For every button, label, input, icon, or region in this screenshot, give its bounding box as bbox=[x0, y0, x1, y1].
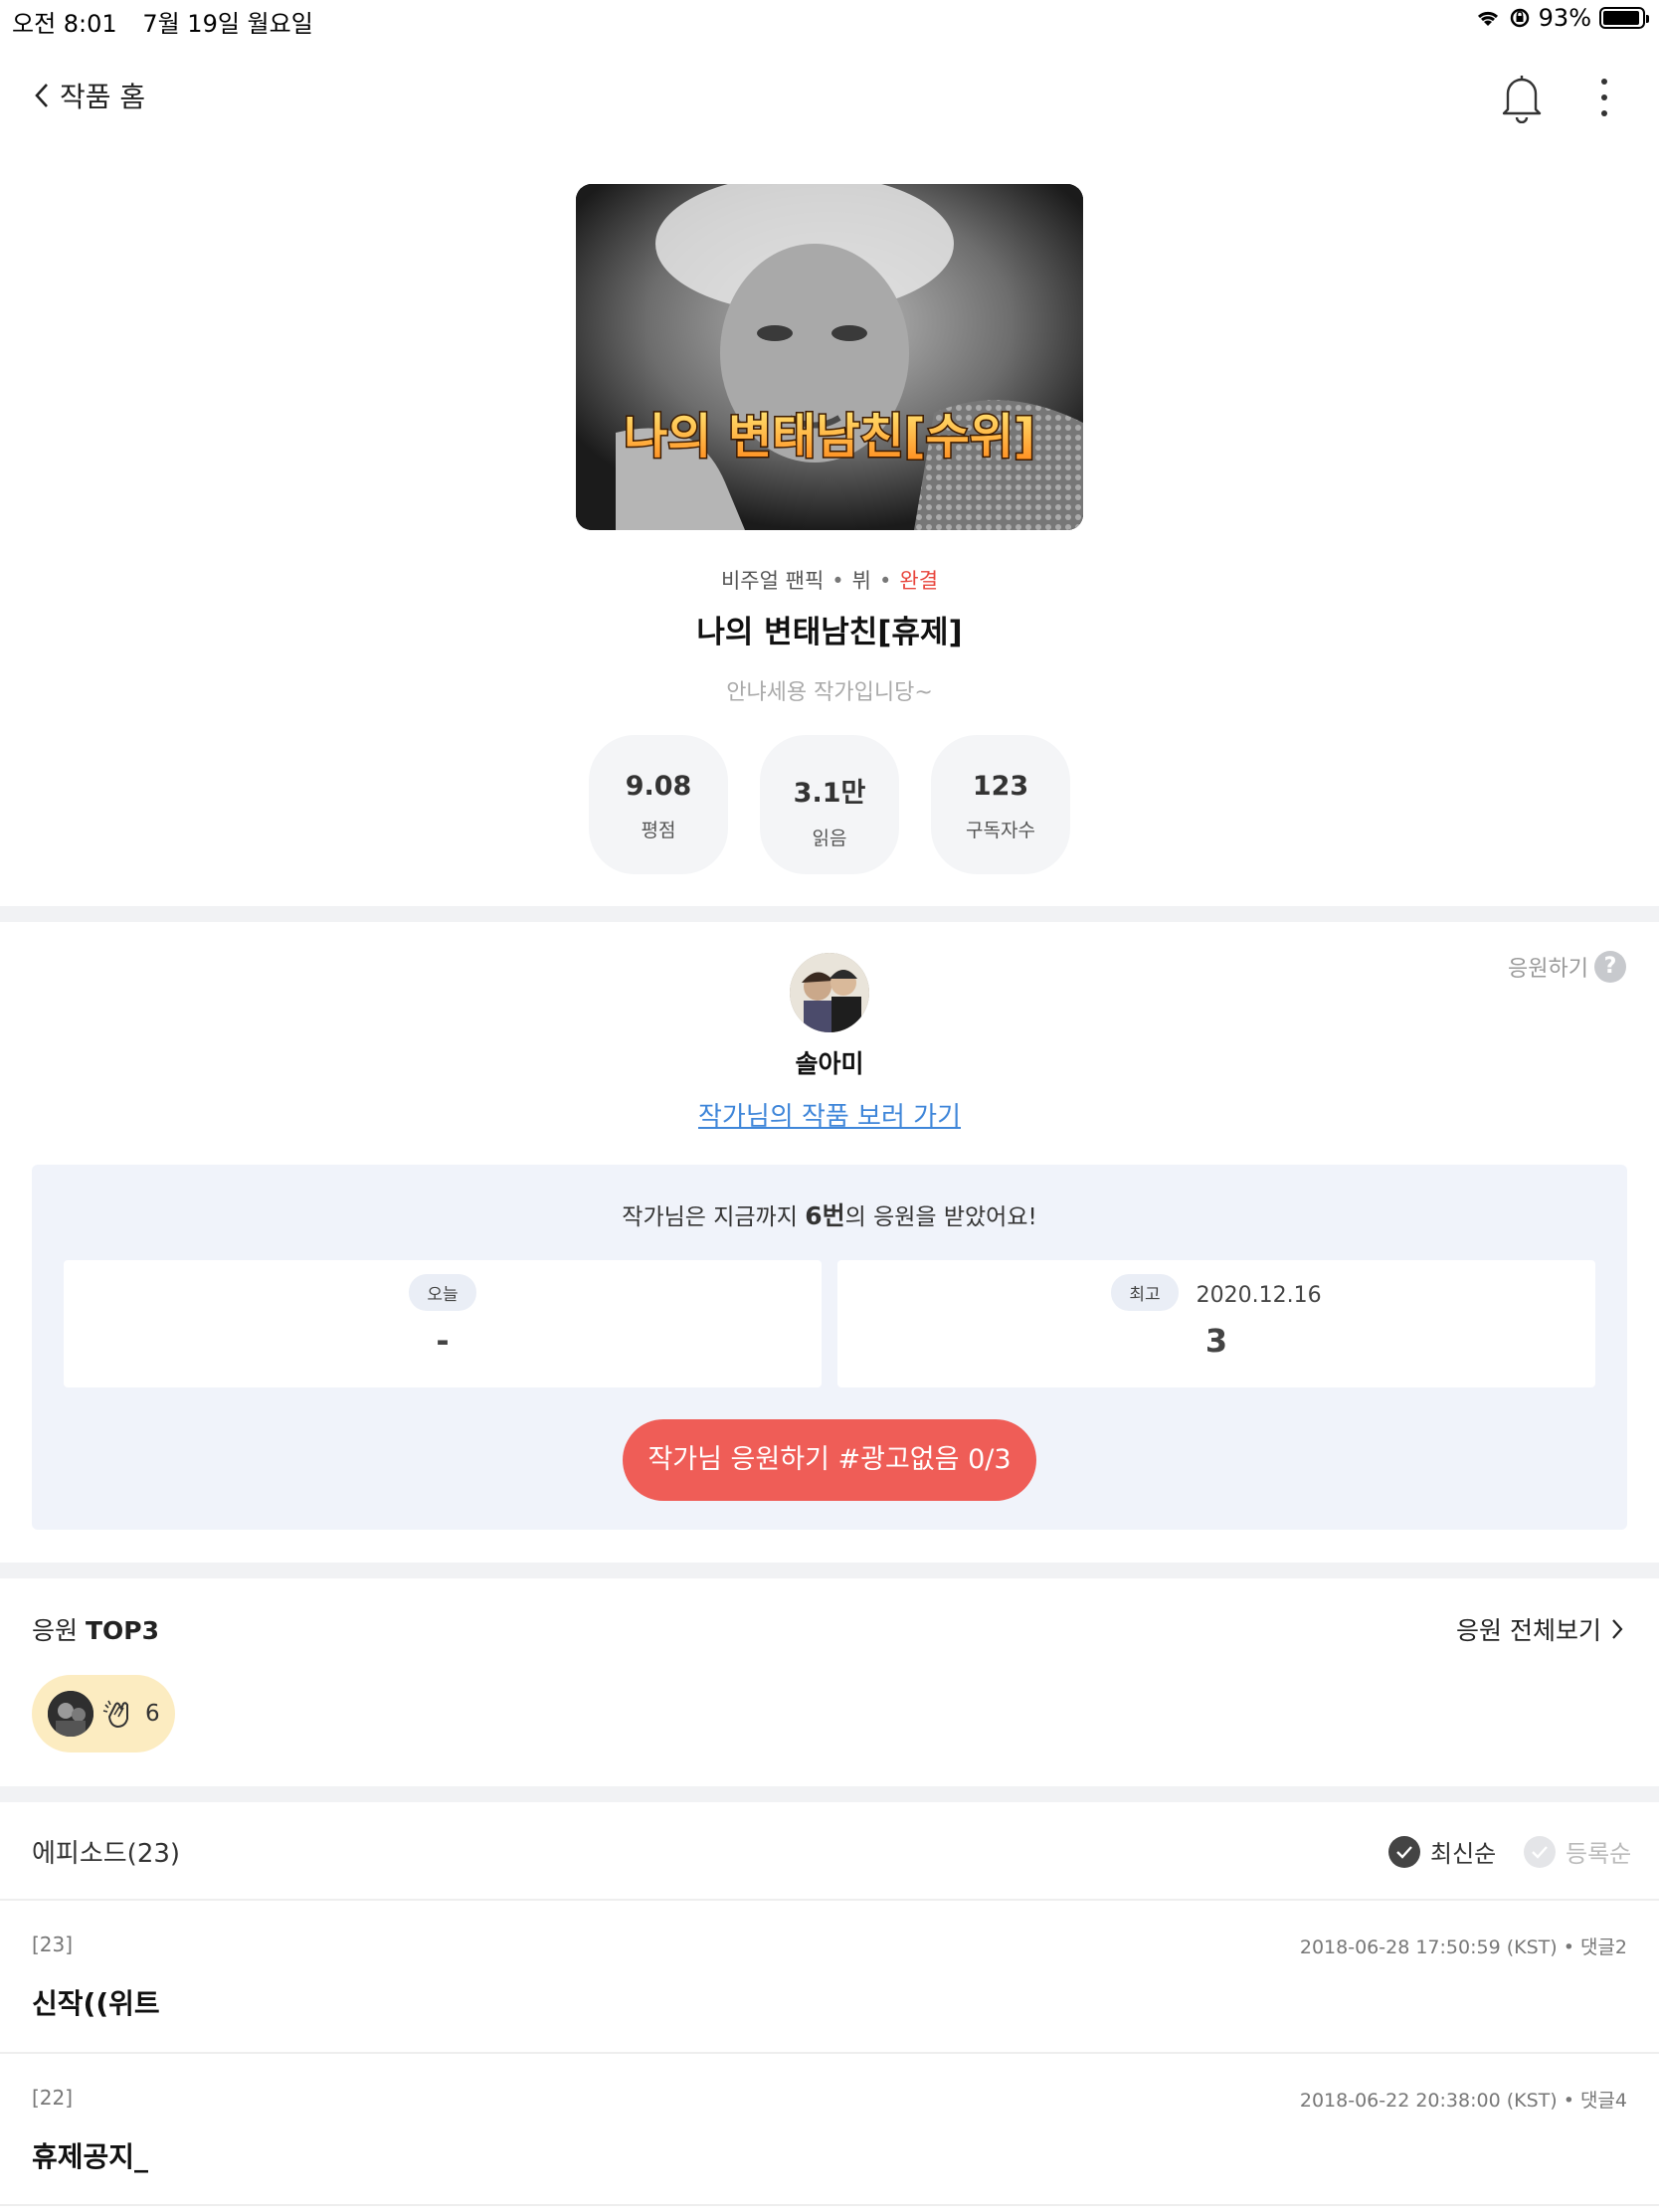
genre-label: 비주얼 팬픽 bbox=[720, 569, 825, 593]
battery-percent: 93% bbox=[1538, 4, 1591, 32]
sort-registered-label: 등록순 bbox=[1566, 1840, 1632, 1868]
stat-value: 123 bbox=[972, 771, 1029, 802]
work-title: 나의 변태남친[휴제] bbox=[696, 615, 963, 650]
episode-number: [22] bbox=[32, 2086, 74, 2110]
top3-entry[interactable]: 6 bbox=[32, 1675, 175, 1752]
episodes-header: 에피소드(23) bbox=[32, 1839, 181, 1869]
status-date: 7월 19일 월요일 bbox=[142, 10, 313, 38]
status-right: 93% bbox=[1475, 4, 1649, 32]
cheer-help-button[interactable]: 응원하기 ? bbox=[1508, 951, 1626, 983]
chevron-left-icon bbox=[35, 84, 48, 107]
today-pill: 오늘 bbox=[409, 1274, 476, 1311]
cheer-summary: 작가님은 지금까지 6번의 응원을 받았어요! bbox=[32, 1197, 1627, 1232]
best-card: 최고 2020.12.16 3 bbox=[837, 1260, 1595, 1387]
cheer-summary-prefix: 작가님은 지금까지 bbox=[622, 1204, 806, 1230]
cover-image[interactable]: 나의 변태남친[수위] bbox=[576, 184, 1083, 530]
top3-title-bold: TOP3 bbox=[85, 1616, 159, 1645]
cheer-box: 작가님은 지금까지 6번의 응원을 받았어요! 오늘 - 최고 2020.12.1… bbox=[32, 1165, 1627, 1530]
episode-title[interactable]: 휴제공지_ bbox=[32, 2135, 148, 2175]
episode-meta: 2018-06-28 17:50:59 (KST) • 댓글2 bbox=[1299, 1936, 1627, 1958]
section-divider bbox=[0, 1563, 1659, 1578]
best-date: 2020.12.16 bbox=[1196, 1283, 1322, 1308]
episode-title[interactable]: 신작((위트 bbox=[32, 1982, 160, 2022]
cheer-count: 6번 bbox=[805, 1201, 845, 1230]
wifi-icon bbox=[1477, 11, 1498, 26]
status-label: 완결 bbox=[899, 569, 939, 593]
status-time: 오전 8:01 bbox=[12, 10, 117, 38]
clapping-hands-icon bbox=[102, 1700, 128, 1728]
stat-reads: 3.1만 읽음 bbox=[760, 735, 899, 874]
stat-subscribers: 123 구독자수 bbox=[931, 735, 1070, 874]
episode-meta: 2018-06-22 20:38:00 (KST) • 댓글4 bbox=[1299, 2090, 1627, 2112]
section-divider bbox=[0, 906, 1659, 922]
top3-title-prefix: 응원 bbox=[32, 1616, 86, 1645]
author-name: 솔아미 bbox=[795, 1049, 864, 1078]
status-left: 오전 8:01 7월 19일 월요일 bbox=[12, 4, 331, 39]
back-label: 작품 홈 bbox=[60, 81, 146, 113]
today-value: - bbox=[436, 1322, 450, 1360]
episode-number: [23] bbox=[32, 1933, 74, 1956]
chevron-right-icon bbox=[1612, 1619, 1623, 1639]
check-icon bbox=[1524, 1835, 1556, 1868]
top3-title: 응원 TOP3 bbox=[32, 1611, 159, 1647]
cheer-author-button[interactable]: 작가님 응원하기 #광고없음 0/3 bbox=[623, 1419, 1036, 1501]
stat-value: 3.1만 bbox=[793, 778, 866, 809]
stat-value: 9.08 bbox=[625, 771, 692, 802]
bell-icon[interactable] bbox=[1498, 72, 1546, 123]
cheer-summary-suffix: 의 응원을 받았어요! bbox=[844, 1204, 1037, 1230]
cover-title-text: 나의 변태남친[수위] bbox=[624, 409, 1035, 464]
more-options-icon[interactable] bbox=[1587, 76, 1621, 119]
work-description: 안냐세용 작가입니당~ bbox=[726, 680, 933, 705]
row-divider bbox=[0, 2204, 1659, 2206]
cheer-count-value: 6 bbox=[145, 1701, 160, 1727]
today-card: 오늘 - bbox=[64, 1260, 822, 1387]
sort-registered-button[interactable]: 등록순 bbox=[1524, 1834, 1631, 1869]
author-works-link[interactable]: 작가님의 작품 보러 가기 bbox=[0, 1096, 1659, 1133]
tag-label: 뷔 bbox=[851, 569, 871, 593]
row-divider bbox=[0, 1899, 1659, 1901]
view-all-label: 응원 전체보기 bbox=[1456, 1616, 1601, 1645]
rotation-lock-icon bbox=[1510, 8, 1529, 28]
author-avatar[interactable] bbox=[790, 953, 869, 1032]
status-bar: 오전 8:01 7월 19일 월요일 93% bbox=[0, 0, 1659, 40]
view-all-cheers-button[interactable]: 응원 전체보기 bbox=[1456, 1611, 1623, 1647]
question-icon: ? bbox=[1593, 951, 1626, 983]
stat-label: 구독자수 bbox=[966, 820, 1035, 841]
back-button[interactable]: 작품 홈 bbox=[34, 76, 145, 115]
row-divider bbox=[0, 2052, 1659, 2054]
section-divider bbox=[0, 1786, 1659, 1802]
supporter-avatar bbox=[48, 1691, 93, 1737]
cheer-help-label: 응원하기 bbox=[1508, 957, 1588, 982]
stat-label: 읽음 bbox=[812, 828, 847, 849]
stat-rating: 9.08 평점 bbox=[589, 735, 728, 874]
work-meta: 비주얼 팬픽 • 뷔 • 완결 bbox=[720, 569, 939, 593]
top-nav: 작품 홈 bbox=[0, 58, 1659, 137]
stat-label: 평점 bbox=[641, 820, 676, 841]
sort-latest-label: 최신순 bbox=[1430, 1840, 1497, 1868]
sort-latest-button[interactable]: 최신순 bbox=[1388, 1834, 1496, 1869]
best-pill: 최고 bbox=[1111, 1274, 1179, 1311]
check-icon bbox=[1388, 1835, 1420, 1868]
battery-icon bbox=[1599, 7, 1649, 29]
best-value: 3 bbox=[1204, 1322, 1228, 1360]
